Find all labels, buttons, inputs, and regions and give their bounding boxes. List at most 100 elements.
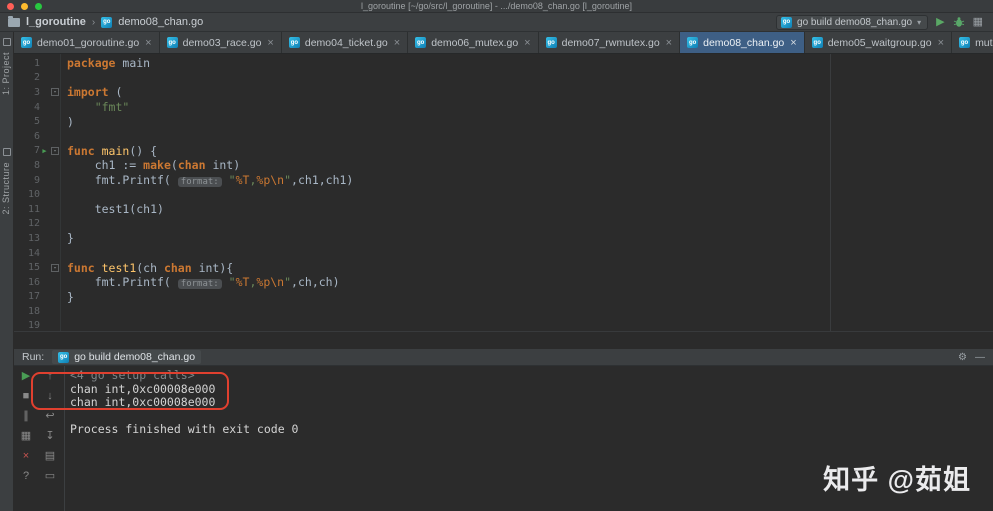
editor-tab[interactable]: go demo05_waitgroup.go × bbox=[805, 32, 953, 53]
tab-label: demo08_chan.go bbox=[703, 36, 785, 49]
line-number: 9 bbox=[33, 174, 40, 186]
go-file-icon: go bbox=[959, 37, 971, 48]
console-separator bbox=[64, 366, 65, 511]
line-number: 13 bbox=[27, 232, 40, 244]
run-toolbar-left: ▶ ■ ∥ ▦ ×? bbox=[16, 370, 36, 483]
line-number: 19 bbox=[27, 320, 40, 331]
breadcrumb-project[interactable]: l_goroutine bbox=[26, 16, 86, 28]
code-line: 1 package main bbox=[14, 56, 993, 71]
code-line: 18 bbox=[14, 304, 993, 319]
window-title: l_goroutine [~/go/src/l_goroutine] - ...… bbox=[361, 1, 632, 11]
go-file-icon: go bbox=[166, 37, 178, 48]
code-line: 9 fmt.Printf( format: "%T,%p\n",ch1,ch1) bbox=[14, 173, 993, 188]
code-line: 5) bbox=[14, 114, 993, 129]
run-toolbar-right: ↑ ↓ ↩ ↧ ▤ ▭ bbox=[40, 370, 60, 483]
title-bar: l_goroutine [~/go/src/l_goroutine] - ...… bbox=[0, 0, 993, 13]
line-number: 8 bbox=[33, 159, 40, 171]
console-line: Process finished with exit code 0 bbox=[70, 422, 299, 436]
tab-label: demo01_goroutine.go bbox=[37, 36, 140, 49]
down-stack-button[interactable]: ↓ bbox=[47, 390, 53, 403]
run-gutter-icon[interactable]: ▶ bbox=[40, 147, 49, 155]
editor-tab[interactable]: go demo06_mutex.go × bbox=[408, 32, 539, 53]
fold-marker-icon[interactable]: - bbox=[51, 88, 59, 97]
editor-tab[interactable]: gomutex.go× bbox=[952, 32, 993, 53]
soft-wrap-button[interactable]: ↩ bbox=[45, 410, 54, 423]
print-button[interactable]: ▤ bbox=[45, 450, 55, 463]
editor-tab[interactable]: go demo03_race.go × bbox=[160, 32, 282, 53]
code-line: 6 bbox=[14, 129, 993, 144]
breadcrumb-file[interactable]: demo08_chan.go bbox=[118, 16, 203, 28]
close-button[interactable]: × bbox=[23, 450, 29, 463]
scroll-end-button[interactable]: ↧ bbox=[45, 430, 54, 443]
restore-layout-button[interactable]: ▦ bbox=[21, 430, 31, 443]
hide-panel-icon[interactable]: — bbox=[975, 352, 985, 363]
line-number: 2 bbox=[33, 72, 40, 84]
tool-button-project[interactable]: 1: Project bbox=[1, 52, 11, 95]
chevron-right-icon: › bbox=[91, 16, 96, 28]
go-file-icon: go bbox=[545, 37, 557, 48]
code-lines: 1 package main 2 3- import (4 "fmt" 5) 6 7 ▶ - fun… bbox=[14, 56, 993, 331]
close-tab-icon[interactable]: × bbox=[145, 37, 151, 49]
close-tab-icon[interactable]: × bbox=[394, 37, 400, 49]
help-button[interactable]: ? bbox=[23, 470, 29, 483]
go-file-icon: go bbox=[415, 37, 427, 48]
run-configuration-label: go build demo08_chan.go bbox=[797, 16, 913, 28]
editor-tab[interactable]: go demo04_ticket.go × bbox=[282, 32, 409, 53]
code-line: 19 bbox=[14, 319, 993, 331]
line-number: 17 bbox=[27, 291, 40, 303]
settings-gear-icon[interactable]: ⚙ bbox=[958, 352, 967, 363]
close-tab-icon[interactable]: × bbox=[666, 37, 672, 49]
go-file-icon: go bbox=[811, 37, 823, 48]
close-tab-icon[interactable]: × bbox=[790, 37, 796, 49]
tool-button-structure[interactable]: 2: Structure bbox=[1, 162, 11, 215]
code-editor[interactable]: 1 package main 2 3- import (4 "fmt" 5) 6 7 ▶ - fun… bbox=[14, 54, 993, 331]
line-number: 10 bbox=[27, 189, 40, 201]
clear-button[interactable]: ▭ bbox=[45, 470, 55, 483]
chevron-down-icon: ▾ bbox=[917, 17, 922, 27]
editor-tab[interactable]: go demo08_chan.go × bbox=[680, 32, 805, 53]
debug-button[interactable] bbox=[953, 16, 965, 28]
run-tab[interactable]: go go build demo08_chan.go bbox=[52, 350, 202, 364]
coverage-button[interactable]: ▦ bbox=[973, 16, 983, 28]
run-panel-title: Run: bbox=[22, 351, 45, 363]
fold-marker-icon[interactable]: - bbox=[51, 263, 59, 272]
code-line: 11 test1(ch1) bbox=[14, 202, 993, 217]
code-line: 7 ▶ - func main() { bbox=[14, 144, 993, 159]
rerun-button[interactable]: ▶ bbox=[22, 370, 30, 383]
run-header-actions: ⚙ — bbox=[958, 352, 985, 363]
go-file-icon: go bbox=[687, 37, 699, 48]
tab-label: demo07_rwmutex.go bbox=[561, 36, 660, 49]
structure-tool-icon[interactable] bbox=[3, 148, 11, 156]
stop-button[interactable]: ■ bbox=[23, 390, 30, 403]
close-tab-icon[interactable]: × bbox=[938, 37, 944, 49]
line-number: 12 bbox=[27, 218, 40, 230]
line-number: 18 bbox=[27, 305, 40, 317]
line-number: 16 bbox=[27, 276, 40, 288]
tab-label: demo04_ticket.go bbox=[304, 36, 388, 49]
run-button[interactable]: ▶ bbox=[936, 16, 944, 28]
go-file-icon: go bbox=[101, 16, 113, 28]
fold-marker-icon[interactable]: - bbox=[51, 146, 59, 155]
project-tool-icon[interactable] bbox=[3, 38, 11, 46]
project-folder-icon bbox=[8, 15, 20, 27]
bug-icon bbox=[953, 17, 964, 27]
navigation-bar: l_goroutine › go demo08_chan.go go go bu… bbox=[0, 13, 993, 32]
tab-strip: go demo01_goroutine.go × go demo03_race.go × g… bbox=[14, 32, 993, 53]
tab-label: demo06_mutex.go bbox=[431, 36, 519, 49]
close-tab-icon[interactable]: × bbox=[524, 37, 530, 49]
close-tab-icon[interactable]: × bbox=[267, 37, 273, 49]
code-line: 15- func test1(ch chan int){ bbox=[14, 260, 993, 275]
editor-tab[interactable]: go demo07_rwmutex.go × bbox=[539, 32, 681, 53]
up-stack-button[interactable]: ↑ bbox=[47, 370, 53, 383]
code-line: 12 bbox=[14, 217, 993, 232]
run-toolbar: go go build demo08_chan.go ▾ ▶ ▦ bbox=[776, 14, 993, 30]
left-tool-strip: 1: Project 2: Structure bbox=[0, 32, 14, 511]
pause-output-button[interactable]: ∥ bbox=[23, 410, 29, 423]
console-output[interactable]: <4 go setup calls> chan int,0xc00008e000 c… bbox=[70, 368, 993, 437]
go-file-icon: go bbox=[21, 37, 32, 48]
editor-tab[interactable]: go demo01_goroutine.go × bbox=[14, 32, 160, 53]
line-number: 5 bbox=[33, 116, 40, 128]
run-configuration-select[interactable]: go go build demo08_chan.go ▾ bbox=[776, 14, 929, 30]
code-line: 10 bbox=[14, 187, 993, 202]
